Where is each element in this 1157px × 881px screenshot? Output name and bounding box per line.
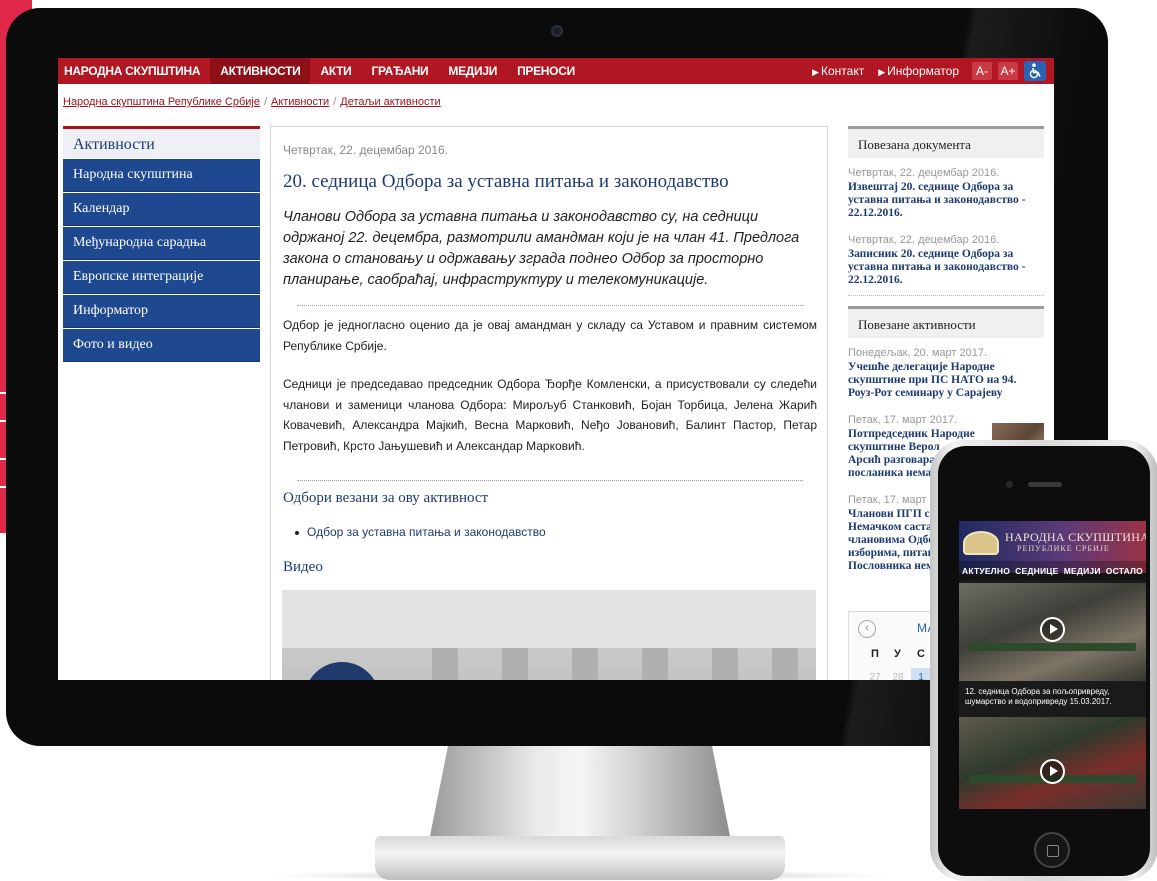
committees-heading: Одбори везани за ову активност bbox=[283, 490, 489, 506]
phone-nav-aktuelno[interactable]: АКТУЕЛНО bbox=[962, 566, 1010, 576]
phone-nav: АКТУЕЛНО СЕДНИЦЕ МЕДИЈИ ОСТАЛО bbox=[959, 561, 1146, 580]
nav-item-mediji[interactable]: МЕДИЈИ bbox=[438, 58, 507, 84]
divider bbox=[297, 480, 803, 481]
breadcrumb-link-details[interactable]: Детаљи активности bbox=[340, 96, 440, 108]
article-main: Четвртак, 22. децембар 2016. 20. седница… bbox=[270, 126, 828, 680]
related-doc-item[interactable]: Четвртак, 22. децембар 2016. Записник 20… bbox=[848, 234, 1044, 287]
contact-link-label: Контакт bbox=[821, 64, 865, 78]
sidebar-item-kalendar[interactable]: Календар bbox=[63, 193, 260, 226]
monitor-screen: НАРОДНА СКУПШТИНА АКТИВНОСТИ АКТИ ГРАЂАН… bbox=[58, 58, 1054, 680]
committee-link[interactable]: Одбор за уставна питања и законодавство bbox=[307, 525, 546, 539]
phone-mockup: НАРОДНА СКУПШТИНА РЕПУБЛИКЕ СРБИЈЕ АКТУЕ… bbox=[930, 440, 1157, 881]
calendar-day[interactable]: 27 bbox=[865, 668, 885, 680]
nav-item-narodna-skupstina[interactable]: НАРОДНА СКУПШТИНА bbox=[58, 58, 210, 84]
phone-home-button[interactable] bbox=[1034, 832, 1070, 868]
chevron-left-icon[interactable]: ‹ bbox=[858, 620, 876, 638]
calendar-day-selected[interactable]: 1 bbox=[911, 668, 931, 680]
video-heading: Видео bbox=[283, 559, 323, 575]
phone-video-caption[interactable]: 12. седница Одбора за пољопривреду, шума… bbox=[965, 687, 1143, 707]
phone-speaker bbox=[1028, 482, 1062, 487]
informator-link-label: Информатор bbox=[887, 64, 959, 78]
phone-nav-sednice[interactable]: СЕДНИЦЕ bbox=[1015, 566, 1058, 576]
calendar-weekday: У bbox=[894, 648, 901, 660]
divider bbox=[297, 305, 803, 306]
play-icon[interactable] bbox=[1040, 617, 1065, 642]
top-navigation: НАРОДНА СКУПШТИНА АКТИВНОСТИ АКТИ ГРАЂАН… bbox=[58, 58, 1054, 84]
video-player[interactable] bbox=[282, 590, 816, 680]
phone-video-card[interactable] bbox=[959, 583, 1146, 681]
article-title: 20. седница Одбора за уставна питања и з… bbox=[283, 171, 729, 192]
video-frame-detail bbox=[572, 648, 598, 680]
phone-body: НАРОДНА СКУПШТИНА РЕПУБЛИКЕ СРБИЈЕ АКТУЕ… bbox=[938, 446, 1150, 876]
phone-site-subtitle: РЕПУБЛИКЕ СРБИЈЕ bbox=[1017, 544, 1110, 553]
divider bbox=[848, 295, 1044, 296]
article-date: Четвртак, 22. децембар 2016. bbox=[283, 143, 449, 157]
device-mockup-stage: НАРОДНА СКУПШТИНА АКТИВНОСТИ АКТИ ГРАЂАН… bbox=[0, 0, 1157, 881]
related-doc-item[interactable]: Четвртак, 22. децембар 2016. Извештај 20… bbox=[848, 167, 1044, 220]
video-frame-detail bbox=[432, 648, 458, 680]
sidebar-item-informator[interactable]: Информатор bbox=[63, 295, 260, 328]
arrow-right-icon: ▶ bbox=[878, 67, 886, 77]
related-doc-link[interactable]: Извештај 20. седнице Одбора за уставна п… bbox=[848, 181, 1044, 220]
video-frame-detail bbox=[642, 648, 668, 680]
phone-video-card[interactable] bbox=[959, 717, 1146, 809]
contact-link[interactable]: ▶ Контакт bbox=[805, 64, 871, 78]
sidebar-title: Активности bbox=[63, 126, 260, 158]
bullet-icon bbox=[295, 530, 299, 535]
video-frame-detail bbox=[969, 643, 1136, 651]
phone-nav-ostalo[interactable]: ОСТАЛО bbox=[1106, 566, 1143, 576]
informator-link[interactable]: ▶ Информатор bbox=[871, 64, 966, 78]
sidebar-item-narodna-skupstina[interactable]: Народна скупштина bbox=[63, 159, 260, 192]
wheelchair-icon[interactable] bbox=[1024, 61, 1046, 81]
video-frame-detail bbox=[502, 648, 528, 680]
related-activity-item[interactable]: Понедељак, 20. март 2017. Учешће делегац… bbox=[848, 347, 1044, 400]
article-lead: Чланови Одбора за уставна питања и закон… bbox=[283, 209, 800, 288]
nav-item-aktivnosti[interactable]: АКТИВНОСТИ bbox=[210, 58, 311, 84]
calendar-day[interactable]: 28 bbox=[888, 668, 908, 680]
monitor-stand-base bbox=[375, 836, 785, 880]
font-increase-button[interactable]: A+ bbox=[998, 62, 1018, 80]
sidebar: Активности Народна скупштина Календар Ме… bbox=[63, 126, 260, 362]
parliament-logo-icon bbox=[963, 531, 999, 555]
related-doc-date: Четвртак, 22. децембар 2016. bbox=[848, 167, 1000, 179]
monitor-stand-neck bbox=[430, 746, 730, 836]
sidebar-item-medjunarodna-saradnja[interactable]: Међународна сарадња bbox=[63, 227, 260, 260]
article-paragraph: Седници је председавао председник Одбора… bbox=[283, 377, 817, 453]
breadcrumb-separator: / bbox=[333, 96, 337, 108]
nav-item-gradjani[interactable]: ГРАЂАНИ bbox=[361, 58, 438, 84]
related-activities-heading: Повезане активности bbox=[848, 306, 1044, 338]
arrow-right-icon: ▶ bbox=[812, 67, 820, 77]
coat-of-arms-icon bbox=[304, 662, 380, 680]
phone-screen: НАРОДНА СКУПШТИНА РЕПУБЛИКЕ СРБИЈЕ АКТУЕ… bbox=[959, 521, 1146, 809]
sidebar-item-evropske-integracije[interactable]: Европске интеграције bbox=[63, 261, 260, 294]
phone-camera-icon bbox=[1006, 481, 1013, 488]
video-frame-detail bbox=[712, 648, 738, 680]
utility-links: ▶ Контакт ▶ Информатор A- A+ bbox=[805, 58, 1054, 84]
sidebar-item-foto-video[interactable]: Фото и видео bbox=[63, 329, 260, 362]
webcam-icon bbox=[551, 25, 563, 37]
breadcrumb: Народна скупштина Републике Србије / Актив… bbox=[63, 96, 441, 108]
related-activity-date: Понедељак, 20. март 2017. bbox=[848, 347, 988, 359]
nav-item-prenosi[interactable]: ПРЕНОСИ bbox=[507, 58, 585, 84]
calendar-weekday: С bbox=[917, 648, 925, 660]
breadcrumb-link-activities[interactable]: Активности bbox=[271, 96, 329, 108]
nav-item-akti[interactable]: АКТИ bbox=[310, 58, 361, 84]
phone-site-title: НАРОДНА СКУПШТИНА bbox=[1005, 530, 1146, 544]
related-docs-heading: Повезана документа bbox=[848, 126, 1044, 158]
video-frame-detail bbox=[772, 648, 798, 680]
related-doc-date: Четвртак, 22. децембар 2016. bbox=[848, 234, 1000, 246]
phone-nav-mediji[interactable]: МЕДИЈИ bbox=[1064, 566, 1101, 576]
committee-list-item: Одбор за уставна питања и законодавство bbox=[295, 525, 546, 539]
breadcrumb-separator: / bbox=[263, 96, 268, 108]
breadcrumb-link-home[interactable]: Народна скупштина Републике Србије bbox=[63, 96, 260, 108]
font-decrease-button[interactable]: A- bbox=[972, 62, 992, 80]
play-icon[interactable] bbox=[1040, 759, 1065, 784]
calendar-weekday: П bbox=[871, 648, 879, 660]
related-doc-link[interactable]: Записник 20. седнице Одбора за уставна п… bbox=[848, 248, 1044, 287]
article-paragraph: Одбор је једногласно оценио да је овај а… bbox=[283, 318, 817, 353]
related-activity-link[interactable]: Учешће делегације Народне скупштине при … bbox=[848, 361, 1044, 400]
